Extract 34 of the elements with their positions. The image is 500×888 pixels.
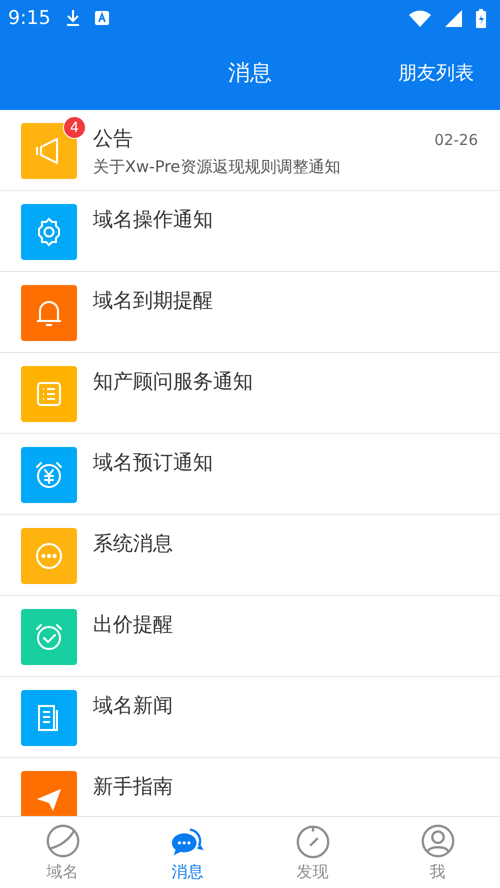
clock-time: 9:15 <box>8 7 51 29</box>
download-icon <box>64 9 81 27</box>
signal-icon <box>445 10 462 26</box>
message-row[interactable]: 域名操作通知 <box>0 191 500 272</box>
keyboard-app-icon <box>94 11 109 25</box>
page-title: 消息 <box>228 60 272 88</box>
message-row[interactable]: 知产顾问服务通知 <box>0 353 500 434</box>
message-preview: 关于Xw-Pre资源返现规则调整通知 <box>93 157 342 178</box>
message-title: 系统消息 <box>93 530 173 557</box>
message-title: 公告 <box>93 125 133 152</box>
message-title: 域名操作通知 <box>93 206 213 233</box>
message-title: 域名预订通知 <box>93 449 213 476</box>
message-row[interactable]: 域名预订通知 <box>0 434 500 515</box>
unread-badge: 4 <box>63 116 86 139</box>
yen-clock-icon <box>33 459 65 491</box>
dots-icon <box>33 540 65 572</box>
friend-list-link[interactable]: 朋友列表 <box>398 60 474 86</box>
message-row[interactable]: 域名新闻 <box>0 677 500 758</box>
message-date: 02-26 <box>434 131 478 149</box>
nav-tab[interactable]: 消息 <box>125 817 250 888</box>
message-row[interactable]: 系统消息 <box>0 515 500 596</box>
message-row[interactable]: 出价提醒 <box>0 596 500 677</box>
message-title: 域名新闻 <box>93 692 173 719</box>
message-row[interactable]: 域名到期提醒 <box>0 272 500 353</box>
check-clock-icon <box>33 621 65 653</box>
globe-icon <box>44 822 82 860</box>
battery-icon <box>476 8 486 28</box>
wifi-icon <box>409 10 431 26</box>
person-icon <box>418 822 456 860</box>
message-title: 知产顾问服务通知 <box>93 368 253 395</box>
message-row[interactable]: 4 公告 02-26 关于Xw-Pre资源返现规则调整通知 <box>0 110 500 191</box>
message-title: 域名到期提醒 <box>93 287 213 314</box>
message-title: 出价提醒 <box>93 611 173 638</box>
message-title: 新手指南 <box>93 773 173 800</box>
